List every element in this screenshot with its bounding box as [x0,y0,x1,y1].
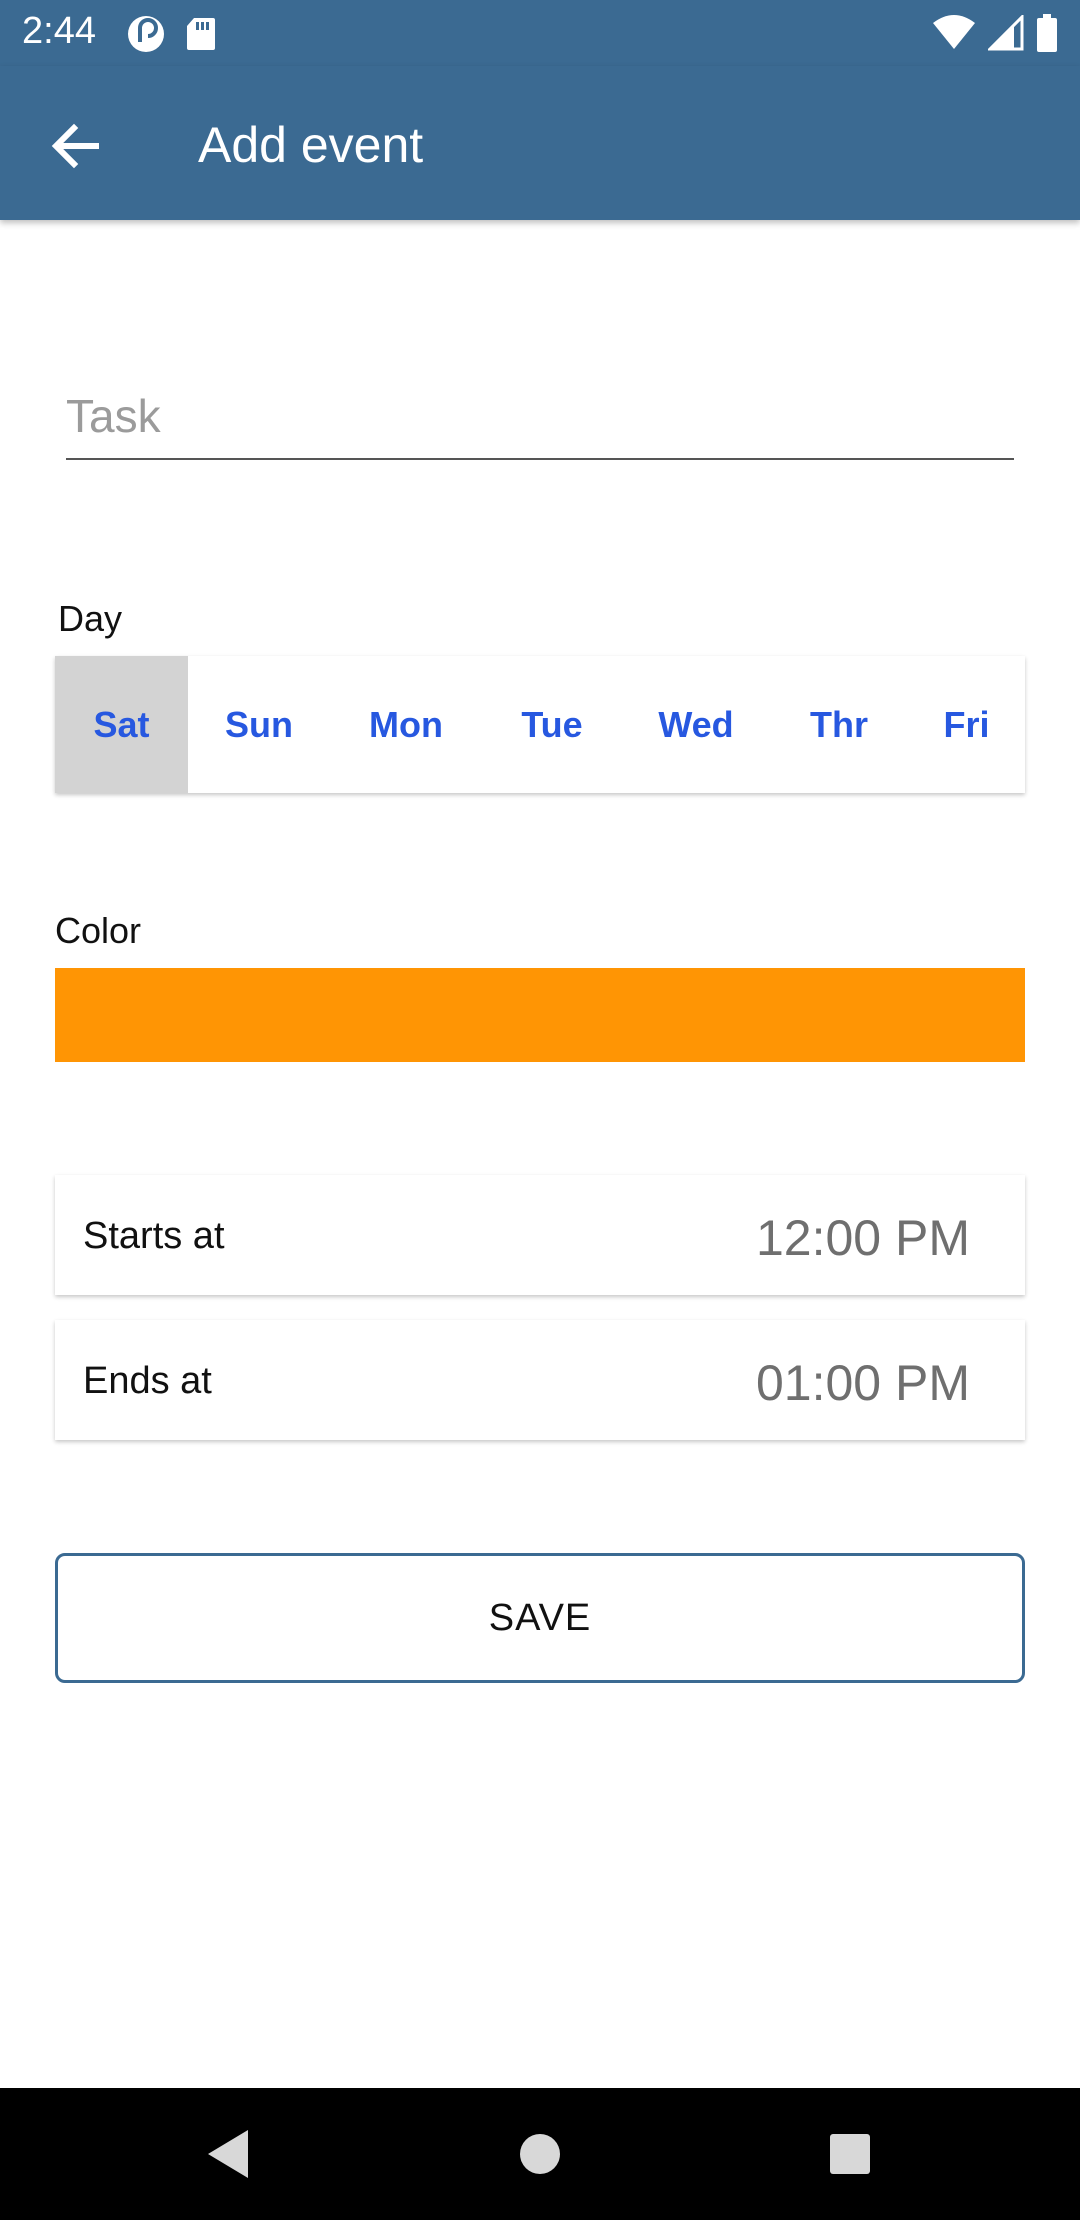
page-title: Add event [198,117,424,173]
day-tab-thr[interactable]: Thr [770,656,908,793]
day-tab-tue[interactable]: Tue [482,656,622,793]
starts-at-value: 12:00 PM [755,1210,970,1266]
ends-at-label: Ends at [83,1360,212,1402]
day-tab-sun[interactable]: Sun [188,656,330,793]
day-tab-sat[interactable]: Sat [55,656,188,793]
sd-card-icon [187,18,215,50]
day-tab-mon[interactable]: Mon [330,656,482,793]
status-bar: 2:44 [0,0,1080,66]
ends-at-value: 01:00 PM [755,1355,970,1411]
battery-icon [1037,14,1057,52]
color-picker-swatch[interactable] [55,968,1025,1062]
pocket-casts-icon [128,16,164,52]
day-label: Day [58,598,123,639]
app-bar: Add event [0,66,1080,220]
color-label: Color [55,910,142,951]
wifi-icon [933,15,975,49]
starts-at-label: Starts at [83,1215,225,1257]
day-selector: Sat Sun Mon Tue Wed Thr Fri [55,656,1025,793]
system-nav-bar [0,2088,1080,2220]
day-tab-wed[interactable]: Wed [622,656,770,793]
nav-back-icon[interactable] [200,2124,260,2184]
starts-at-picker[interactable]: Starts at 12:00 PM [55,1175,1025,1295]
arrow-back-icon [51,123,99,169]
save-button[interactable]: SAVE [55,1553,1025,1683]
nav-recents-icon[interactable] [820,2124,880,2184]
status-time: 2:44 [22,10,96,52]
status-right-icons [932,14,1058,52]
signal-icon [988,15,1024,51]
nav-home-icon[interactable] [510,2124,570,2184]
day-tab-fri[interactable]: Fri [908,656,1025,793]
ends-at-picker[interactable]: Ends at 01:00 PM [55,1320,1025,1440]
back-button[interactable] [44,114,108,178]
task-input[interactable] [66,388,1014,460]
status-left-icons [126,14,216,54]
